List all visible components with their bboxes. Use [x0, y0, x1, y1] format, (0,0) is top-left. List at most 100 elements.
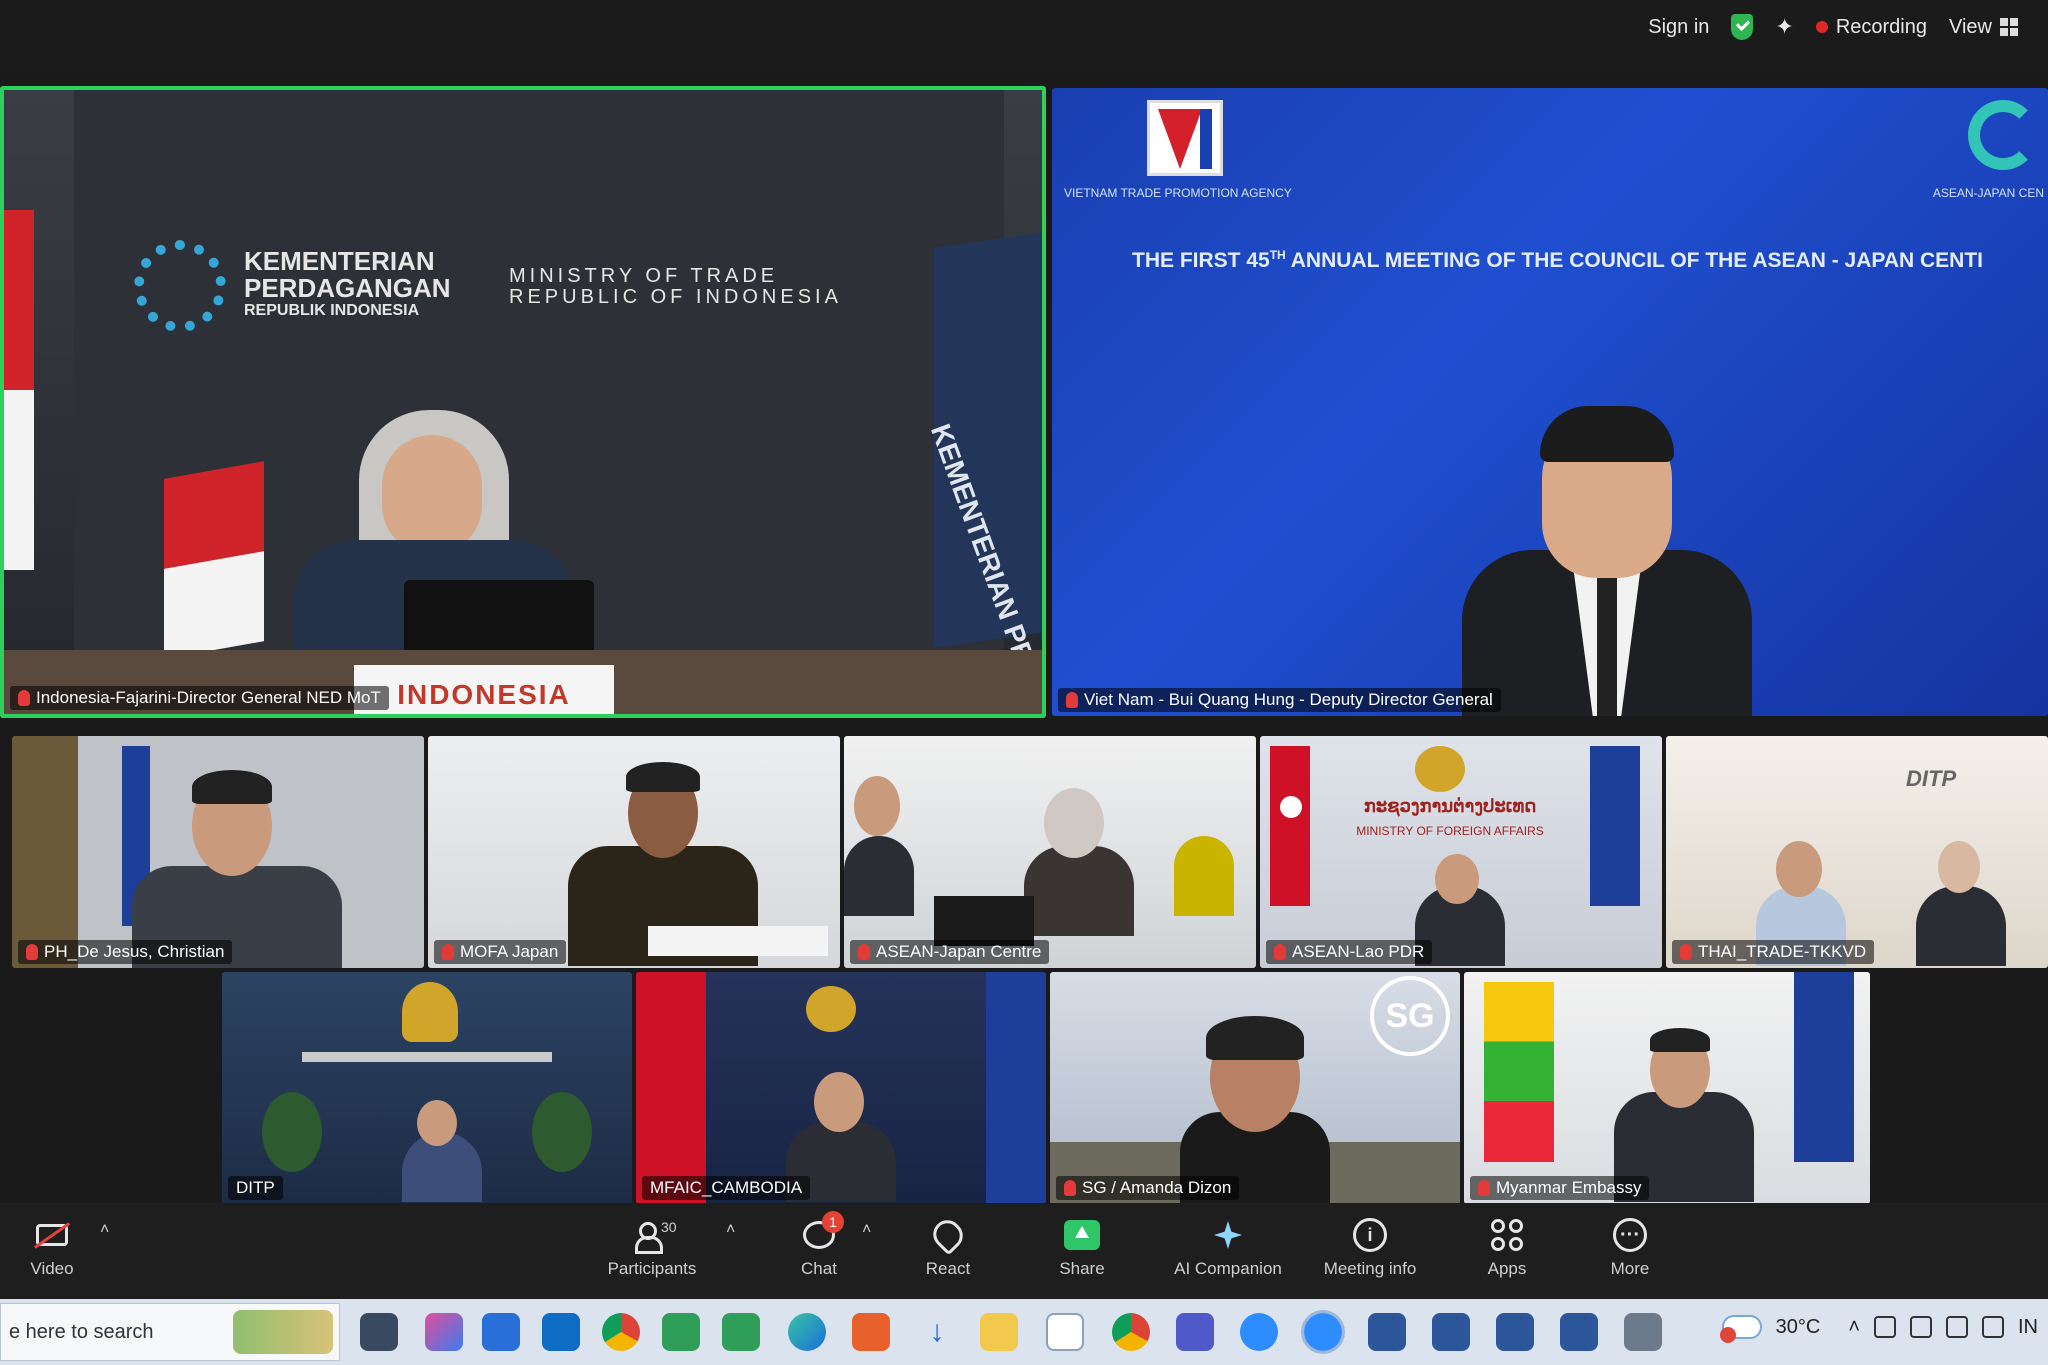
teams-icon[interactable] [1176, 1313, 1214, 1351]
language-indicator[interactable]: IN [2018, 1316, 2038, 1339]
participant-body-3 [1174, 836, 1234, 916]
indonesia-desk-flag [164, 461, 264, 659]
mic-muted-icon [1274, 944, 1286, 960]
search-highlight-art [233, 1310, 333, 1354]
ai-companion-button[interactable]: AI Companion [1168, 1217, 1288, 1279]
outlook-icon[interactable] [542, 1313, 580, 1351]
info-icon: i [1351, 1217, 1389, 1253]
sign-text-line [302, 1052, 552, 1062]
view-label: View [1949, 15, 1992, 38]
word-icon[interactable] [1368, 1313, 1406, 1351]
taskbar-search-input[interactable]: e here to search [0, 1303, 340, 1361]
video-tile-philippines[interactable]: PH_De Jesus, Christian [12, 736, 424, 968]
recording-indicator[interactable]: Recording [1815, 16, 1927, 39]
video-tile-mofa-japan[interactable]: MOFA Japan [428, 736, 840, 968]
battery-icon[interactable] [1946, 1316, 1968, 1338]
copilot-icon[interactable] [425, 1313, 463, 1351]
news-icon[interactable] [1624, 1313, 1662, 1351]
video-icon [33, 1217, 71, 1253]
share-label: Share [1059, 1259, 1105, 1278]
apps-button[interactable]: Apps [1447, 1217, 1567, 1279]
participants-button[interactable]: 30 Participants [592, 1217, 712, 1279]
ministry-sign-en: MINISTRY OF FOREIGN AFFAIRS [1356, 824, 1544, 838]
file-explorer-icon[interactable] [980, 1313, 1018, 1351]
vietrade-logo-icon [1147, 100, 1223, 176]
participants-options-chevron-icon[interactable]: ˄ [726, 1221, 735, 1239]
participant-hair [192, 770, 272, 804]
edge-icon[interactable] [788, 1313, 826, 1351]
speaker-icon[interactable] [1910, 1316, 1932, 1338]
onedrive-icon[interactable] [1982, 1316, 2004, 1338]
participant-name: DITP [236, 1178, 275, 1197]
react-button[interactable]: React [888, 1214, 1008, 1279]
share-button[interactable]: Share [1022, 1217, 1142, 1279]
whatsapp-2-icon[interactable] [722, 1313, 760, 1351]
participant-body-2 [1024, 846, 1134, 936]
chat-unread-badge: 1 [822, 1211, 844, 1233]
word-2-icon[interactable] [1432, 1313, 1470, 1351]
asean-flag [1590, 746, 1640, 906]
mic-muted-icon [18, 690, 30, 706]
indonesia-flag-left [4, 210, 34, 570]
title-sup: TH [1269, 248, 1286, 262]
task-view-icon[interactable] [360, 1313, 398, 1351]
video-label: Video [30, 1259, 74, 1278]
ditp-logo: DITP [1906, 766, 1957, 791]
document-icon[interactable] [1046, 1313, 1084, 1351]
lao-emblem-icon [1415, 746, 1465, 792]
search-placeholder: e here to search [9, 1320, 154, 1343]
weather-icon[interactable] [1719, 1315, 1762, 1343]
share-icon [1063, 1217, 1101, 1253]
video-tile-singapore[interactable]: SG SG / Amanda Dizon [1050, 972, 1460, 1204]
meeting-top-bar: Sign in ✦ Recording View [0, 0, 2048, 66]
asean-flag [1794, 972, 1854, 1162]
zoom-icon[interactable] [1240, 1313, 1278, 1351]
video-tile-lao-pdr[interactable]: ກະຊວງການຕ່າງປະເທດ MINISTRY OF FOREIGN AF… [1260, 736, 1662, 968]
participant-name: MOFA Japan [460, 942, 559, 961]
sign-in-button[interactable]: Sign in [1648, 16, 1709, 39]
powerpoint-icon[interactable] [852, 1313, 890, 1351]
encryption-shield-icon[interactable] [1731, 14, 1754, 40]
cambodia-emblem-icon [806, 986, 856, 1032]
apps-label: Apps [1487, 1259, 1527, 1278]
video-tile-myanmar[interactable]: Myanmar Embassy [1464, 972, 1870, 1204]
participant-face [1435, 854, 1479, 904]
ai-spark-icon[interactable]: ✦ [1775, 14, 1793, 40]
video-tile-asean-japan-centre[interactable]: ASEAN-Japan Centre [844, 736, 1256, 968]
agency-label: VIETNAM TRADE PROMOTION AGENCY [1064, 186, 1292, 200]
video-tile-ditp[interactable]: DITP [222, 972, 632, 1204]
mic-muted-icon [442, 944, 454, 960]
participant-hijab-2 [1044, 788, 1104, 858]
meeting-info-button[interactable]: i Meeting info [1310, 1217, 1430, 1279]
backdrop-en-line-1: MINISTRY OF TRADE [509, 265, 779, 287]
view-button[interactable]: View [1949, 16, 2018, 39]
participant-face [854, 776, 900, 836]
video-tile-indonesia[interactable]: KEMENTERIAN PERDAGANGAN REPUBLIK INDONES… [0, 86, 1046, 718]
chrome-icon[interactable] [602, 1313, 640, 1351]
asean-flag [986, 972, 1046, 1204]
chrome-2-icon[interactable] [1112, 1313, 1150, 1351]
word-3-icon[interactable] [1496, 1313, 1534, 1351]
whatsapp-icon[interactable] [662, 1313, 700, 1351]
tray-chevron-icon[interactable]: ˄ [1848, 1316, 1860, 1339]
backdrop-text-ministry: MINISTRY OF TRADE REPUBLIC OF INDONESIA [509, 266, 842, 308]
video-tile-vietnam[interactable]: VIETNAM TRADE PROMOTION AGENCY ASEAN-JAP… [1052, 88, 2048, 716]
more-button[interactable]: ··· More [1570, 1217, 1690, 1279]
video-tile-cambodia[interactable]: MFAIC_CAMBODIA [636, 972, 1046, 1204]
participant-name: Viet Nam - Bui Quang Hung - Deputy Direc… [1084, 690, 1493, 709]
participant-name: Indonesia-Fajarini-Director General NED … [36, 688, 381, 707]
zoom-active-icon[interactable] [1301, 1310, 1345, 1354]
video-button[interactable]: Video [0, 1217, 112, 1279]
word-4-icon[interactable] [1560, 1313, 1598, 1351]
temperature: 30°C [1775, 1315, 1821, 1338]
video-options-chevron-icon[interactable]: ˄ [100, 1221, 109, 1239]
chat-button[interactable]: 1 Chat [759, 1211, 879, 1279]
ministry-logo-icon [134, 240, 226, 332]
media-app-icon[interactable] [482, 1313, 520, 1351]
meeting-title: THE FIRST 45TH ANNUAL MEETING OF THE COU… [1132, 248, 1983, 273]
download-icon[interactable]: ↓ [918, 1313, 956, 1351]
chat-options-chevron-icon[interactable]: ˄ [862, 1221, 871, 1239]
network-icon[interactable] [1874, 1316, 1896, 1338]
video-tile-thai-trade[interactable]: DITP THAI_TRADE-TKKVD [1666, 736, 2048, 968]
asean-japan-centre-logo-icon [1968, 100, 2038, 170]
